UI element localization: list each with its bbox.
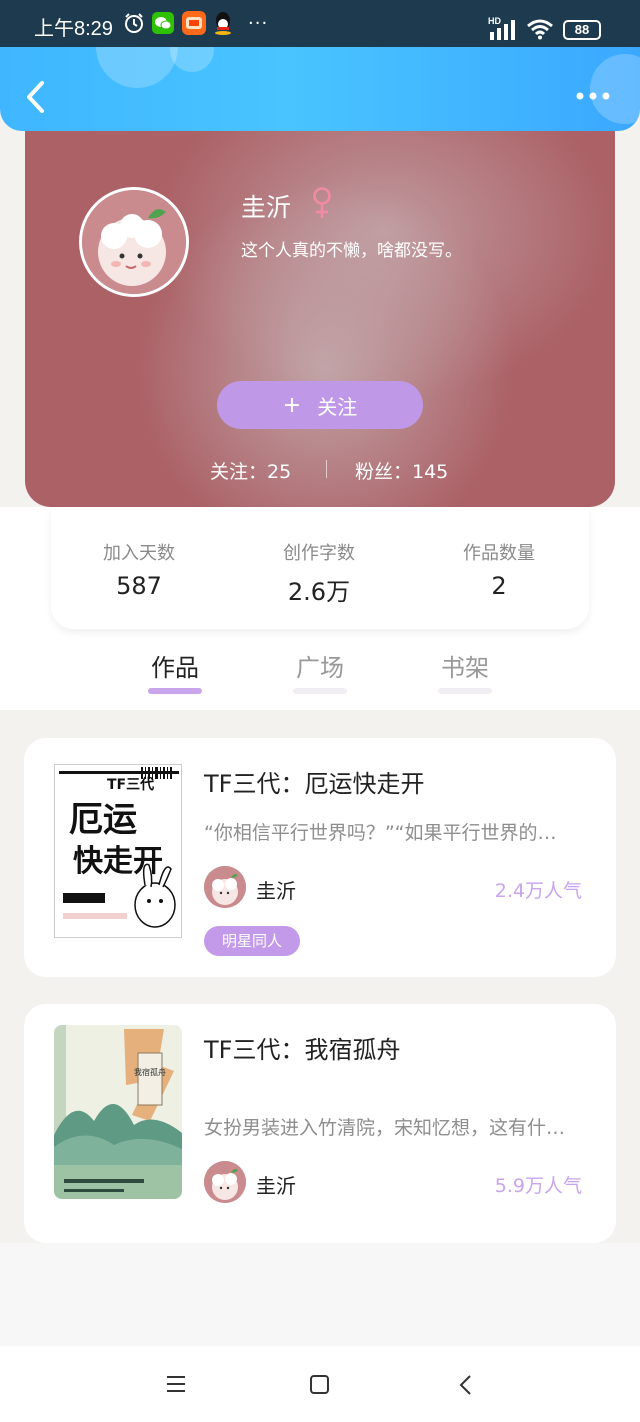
back-button[interactable] [22,78,50,116]
work-description: 女扮男装进入竹清院，宋知忆想，这有什… [204,1117,566,1139]
cover-title-line1: 厄运 [69,800,137,840]
work-title[interactable]: TF三代：我宿孤舟 [204,1030,400,1065]
more-button[interactable] [574,86,614,106]
signal-icon [490,20,515,40]
cover-series-text: TF三代 [107,776,154,793]
qq-icon [215,12,231,35]
tab-indicator [293,688,347,694]
cover-title-vertical: 我宿孤舟 [134,1067,166,1077]
popularity-count: 5.9万人气 [494,1175,582,1197]
stat-works-count: 作品数量 2 [419,539,579,600]
follow-counts: 关注：25 粉丝：145 [25,455,615,484]
more-notifications-icon: ··· [248,13,269,34]
battery-icon: 88 [563,20,601,40]
work-description: “你相信平行世界吗？”“如果平行世界的… [204,822,557,844]
stat-word-count: 创作字数 2.6万 [239,539,399,607]
author-name[interactable]: 圭沂 [256,875,296,904]
divider [326,460,327,478]
cover-art: 我宿孤舟 [54,1025,182,1199]
plus-icon: + [282,392,302,418]
stat-value: 587 [116,572,162,600]
tab-bookshelf[interactable]: 书架 [425,648,505,683]
battery-level: 88 [574,22,590,37]
wifi-icon [527,19,553,40]
author-avatar-image [204,1161,246,1203]
stat-value: 2.6万 [287,578,351,606]
follow-button[interactable]: + 关注 [217,381,423,429]
stat-value: 2 [491,572,507,600]
taobao-icon [182,11,206,35]
tab-indicator [438,688,492,694]
work-card[interactable]: TF三代 厄运 快走开 TF三代：厄运快走开 “你相信平行世界吗？”“如果平行世… [24,738,616,977]
system-back-icon[interactable] [456,1374,476,1396]
avatar-image [82,190,186,294]
work-title[interactable]: TF三代：厄运快走开 [204,764,424,799]
tab-plaza[interactable]: 广场 [280,648,360,683]
author-avatar[interactable] [204,1161,246,1203]
wechat-icon [152,12,174,34]
stat-join-days: 加入天数 587 [59,539,219,600]
home-icon[interactable] [308,1374,332,1396]
female-gender-icon [313,187,331,218]
popularity-count: 2.4万人气 [494,880,582,902]
stat-label: 创作字数 [283,543,355,564]
work-card[interactable]: 我宿孤舟 TF三代：我宿孤舟 女扮男装进入竹清院，宋知忆想，这有什… 圭沂 5.… [24,1004,616,1243]
following-count[interactable]: 关注：25 [210,457,291,484]
profile-banner: 圭沂 这个人真的不懒，啥都没写。 + 关注 关注：25 粉丝：145 [25,110,615,507]
avatar[interactable] [79,187,189,297]
author-avatar[interactable] [204,866,246,908]
system-nav-bar [0,1346,640,1422]
author-name[interactable]: 圭沂 [256,1170,296,1199]
category-tag[interactable]: 明星同人 [204,926,301,956]
app-header: 上午8:29 ··· HD 88 [0,0,640,131]
user-bio: 这个人真的不懒，啥都没写。 [241,241,462,261]
tab-works[interactable]: 作品 [135,648,215,683]
tab-indicator-active [148,688,202,694]
fans-count[interactable]: 粉丝：145 [355,457,448,484]
stat-label: 作品数量 [463,543,535,564]
book-cover: 我宿孤舟 [54,1025,182,1199]
alarm-icon [125,13,143,33]
book-cover: TF三代 厄运 快走开 [54,764,182,938]
follow-label: 关注 [317,394,358,419]
list-bottom-space [0,1243,640,1346]
status-time: 上午8:29 [34,18,113,40]
menu-icon[interactable] [164,1374,188,1394]
stat-label: 加入天数 [103,543,175,564]
user-name: 圭沂 [241,193,292,222]
status-bar: 上午8:29 ··· HD 88 [0,0,640,47]
cover-art: TF三代 厄运 快走开 [55,765,181,937]
stats-card: 加入天数 587 创作字数 2.6万 作品数量 2 [51,507,589,629]
author-avatar-image [204,866,246,908]
